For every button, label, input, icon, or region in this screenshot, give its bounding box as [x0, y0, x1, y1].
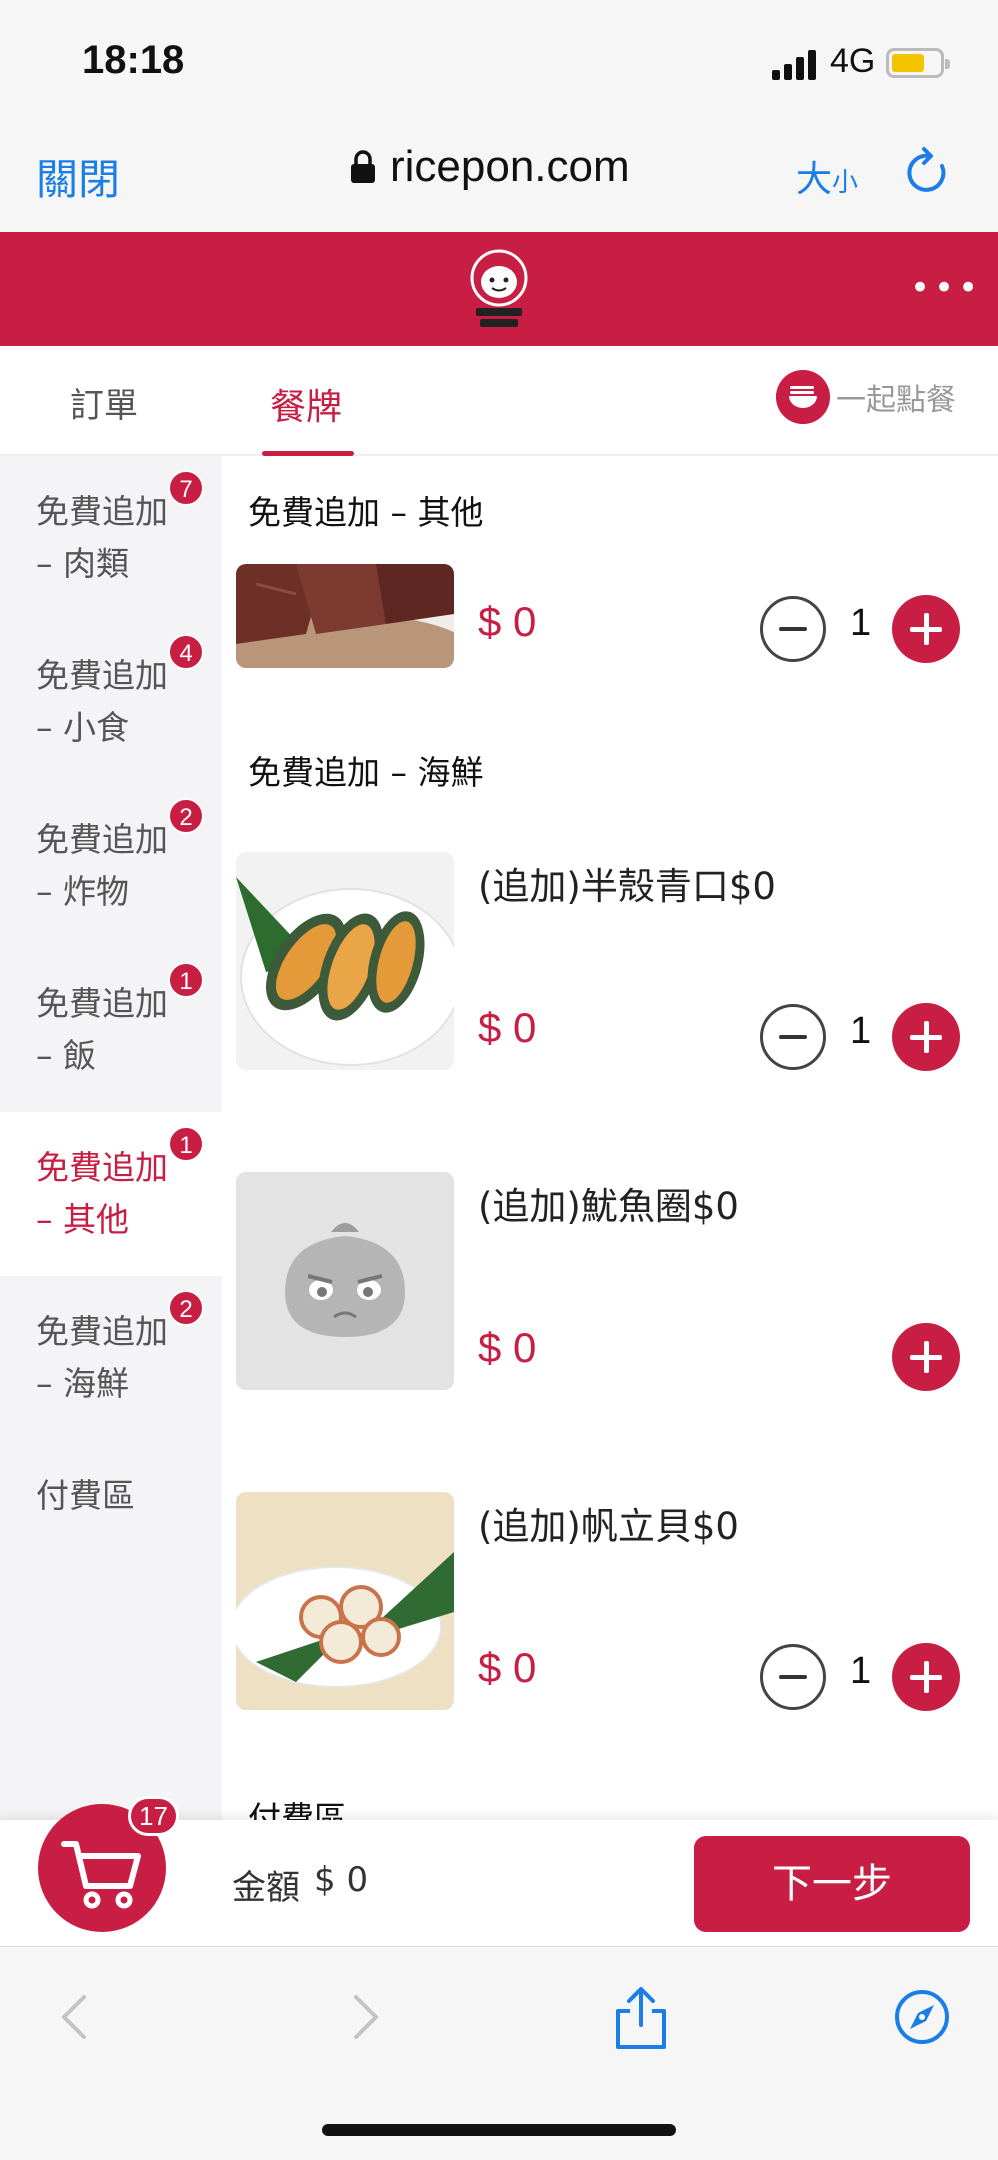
count-badge: 1 [168, 1126, 204, 1162]
status-time: 18:18 [82, 38, 185, 82]
item-price: $ 0 [478, 1644, 537, 1691]
sidebar-item-fried[interactable]: 免費追加 – 炸物 2 [0, 784, 222, 948]
sidebar-item-paid[interactable]: 付費區 [0, 1440, 222, 1604]
count-badge: 2 [168, 1290, 204, 1326]
sidebar-item-rice[interactable]: 免費追加 – 飯 1 [0, 948, 222, 1112]
item-quantity: 1 [850, 1650, 872, 1692]
mascot-placeholder-icon [236, 1172, 454, 1390]
forward-icon[interactable] [334, 1987, 394, 2047]
close-button[interactable]: 關閉 [36, 146, 120, 207]
item-image-scallops[interactable] [236, 1492, 454, 1710]
back-icon[interactable] [46, 1987, 106, 2047]
item-quantity: 1 [850, 602, 872, 644]
signal-icon [772, 50, 816, 80]
page: 18:18 4G 關閉 ricepon.com 大小 ••• 訂單 餐牌 一起點… [0, 0, 998, 2160]
item-price: $ 0 [478, 1004, 537, 1051]
item-quantity: 1 [850, 1010, 872, 1052]
count-badge: 7 [168, 470, 204, 506]
item-name: (追加)帆立貝$0 [478, 1505, 739, 1548]
app-header: ••• [0, 232, 998, 346]
amount-label: 金額 [232, 1868, 300, 1908]
increase-quantity-button[interactable] [892, 595, 960, 663]
address-bar[interactable]: ricepon.com [350, 142, 630, 192]
amount-value: $ 0 [314, 1860, 369, 1900]
sidebar-item-meat[interactable]: 免費追加 – 肉類 7 [0, 456, 222, 620]
more-menu-icon[interactable]: ••• [910, 271, 982, 305]
battery-icon [886, 48, 950, 78]
share-icon[interactable] [610, 1983, 672, 2051]
decrease-quantity-button[interactable] [760, 596, 826, 662]
item-price: $ 0 [478, 598, 537, 645]
beef-food-image [236, 564, 454, 668]
section-title: 免費追加 – 其他 [248, 493, 484, 532]
sidebar-item-others[interactable]: 免費追加 – 其他 1 [0, 1112, 222, 1276]
reload-icon[interactable] [904, 144, 954, 200]
count-badge: 1 [168, 962, 204, 998]
section-title: 付費區 [248, 1799, 347, 1820]
brand-logo[interactable] [470, 248, 528, 330]
count-badge: 4 [168, 634, 204, 670]
total-amount: 金額 $ 0 [232, 1860, 368, 1909]
browser-bar: 關閉 ricepon.com 大小 [0, 120, 998, 232]
status-bar: 18:18 4G [0, 0, 998, 120]
item-image-meat[interactable] [236, 564, 454, 668]
item-name: (追加)半殼青口$0 [478, 865, 776, 908]
tab-order[interactable]: 訂單 [70, 378, 138, 427]
tab-menu[interactable]: 餐牌 [270, 378, 342, 430]
sidebar-item-snacks[interactable]: 免費追加 – 小食 4 [0, 620, 222, 784]
home-indicator [322, 2124, 676, 2136]
decrease-quantity-button[interactable] [760, 1004, 826, 1070]
sidebar-item-seafood[interactable]: 免費追加 – 海鮮 2 [0, 1276, 222, 1440]
count-badge: 2 [168, 798, 204, 834]
bowl-icon [776, 370, 830, 424]
item-image-placeholder[interactable] [236, 1172, 454, 1390]
next-step-button[interactable]: 下一步 [694, 1836, 970, 1932]
section-title: 免費追加 – 海鮮 [248, 753, 484, 792]
mussels-food-image [236, 852, 454, 1070]
item-price: $ 0 [478, 1324, 537, 1371]
menu-list: 免費追加 – 其他 $ 0 1 免費追加 – 海鮮 (追加)半殼青口$0 $ 0… [222, 456, 998, 1820]
url-text: ricepon.com [390, 142, 630, 191]
order-together-button[interactable]: 一起點餐 [776, 370, 956, 424]
scallops-food-image [236, 1492, 454, 1710]
tab-bar: 訂單 餐牌 一起點餐 [0, 346, 998, 456]
lock-icon [351, 150, 375, 183]
increase-quantity-button[interactable] [892, 1643, 960, 1711]
order-together-label: 一起點餐 [836, 383, 956, 418]
text-size-button[interactable]: 大小 [796, 150, 858, 202]
network-label: 4G [830, 42, 876, 80]
order-summary-bar: 17 金額 $ 0 下一步 [0, 1796, 998, 1946]
increase-quantity-button[interactable] [892, 1003, 960, 1071]
text-size-big: 大 [796, 159, 833, 200]
decrease-quantity-button[interactable] [760, 1644, 826, 1710]
item-image-mussels[interactable] [236, 852, 454, 1070]
increase-quantity-button[interactable] [892, 1323, 960, 1391]
compass-icon[interactable] [892, 1987, 952, 2047]
cart-count-badge: 17 [128, 1796, 179, 1836]
text-size-small: 小 [832, 168, 859, 198]
item-name: (追加)魷魚圈$0 [478, 1185, 739, 1228]
sidebar-item-label: 付費區 [36, 1476, 135, 1515]
category-sidebar: 免費追加 – 肉類 7 免費追加 – 小食 4 免費追加 – 炸物 2 免費追加 – 飯… [0, 456, 222, 1820]
